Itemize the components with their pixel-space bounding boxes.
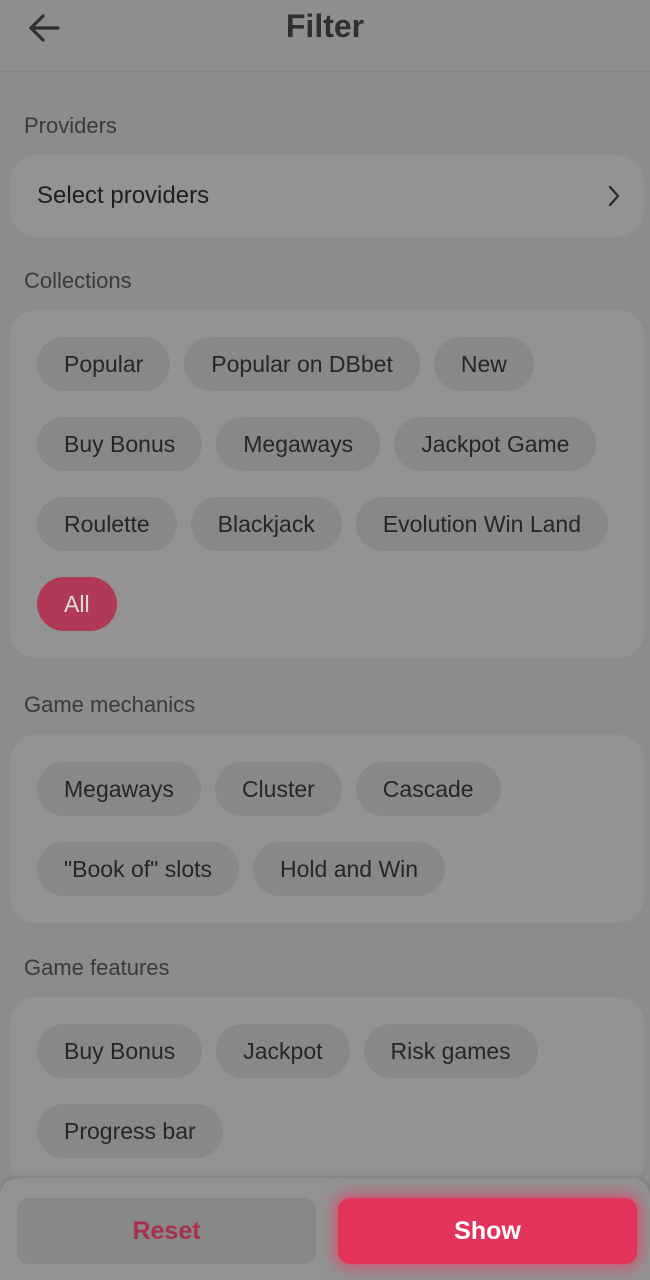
providers-card: Select providers (10, 155, 644, 237)
chip-megaways-mechanic[interactable]: Megaways (37, 762, 201, 816)
chip-buy-bonus[interactable]: Buy Bonus (37, 417, 203, 471)
header: Filter (0, 0, 650, 72)
chip-popular-on-dbbet[interactable]: Popular on DBbet (184, 337, 420, 391)
reset-button[interactable]: Reset (17, 1198, 316, 1264)
chip-hold-and-win[interactable]: Hold and Win (253, 842, 446, 896)
collections-label: Collections (24, 268, 132, 293)
chip-evolution-win-land[interactable]: Evolution Win Land (355, 497, 609, 551)
chip-jackpot[interactable]: Jackpot (216, 1024, 350, 1078)
chip-roulette[interactable]: Roulette (37, 497, 177, 551)
bottom-action-bar: Reset Show (0, 1178, 650, 1280)
select-providers-label: Select providers (37, 182, 210, 209)
providers-label: Providers (24, 113, 117, 138)
chip-new[interactable]: New (433, 337, 534, 391)
features-chips: Buy Bonus Jackpot Risk games Progress ba… (10, 997, 644, 1185)
select-providers-row[interactable]: Select providers (10, 155, 644, 237)
chip-all[interactable]: All (37, 577, 117, 631)
chevron-right-icon (608, 185, 620, 207)
mechanics-label: Game mechanics (24, 692, 196, 717)
chip-blackjack[interactable]: Blackjack (190, 497, 342, 551)
chip-popular[interactable]: Popular (37, 337, 171, 391)
chip-book-of-slots[interactable]: "Book of" slots (37, 842, 240, 896)
chip-cascade[interactable]: Cascade (355, 762, 501, 816)
chip-cluster[interactable]: Cluster (214, 762, 342, 816)
collections-chips: Popular Popular on DBbet New Buy Bonus M… (10, 310, 644, 658)
show-button[interactable]: Show (338, 1198, 637, 1264)
chip-buy-bonus-feature[interactable]: Buy Bonus (37, 1024, 203, 1078)
chip-progress-bar[interactable]: Progress bar (37, 1104, 223, 1158)
filter-screen: Filter Providers Select providers Collec… (0, 0, 650, 1280)
features-label: Game features (24, 955, 170, 980)
chip-risk-games[interactable]: Risk games (363, 1024, 538, 1078)
mechanics-card: Megaways Cluster Cascade "Book of" slots… (10, 735, 644, 923)
features-card: Buy Bonus Jackpot Risk games Progress ba… (10, 997, 644, 1187)
collections-card: Popular Popular on DBbet New Buy Bonus M… (10, 310, 644, 658)
chip-jackpot-game[interactable]: Jackpot Game (394, 417, 597, 471)
mechanics-chips: Megaways Cluster Cascade "Book of" slots… (10, 735, 644, 923)
chip-megaways[interactable]: Megaways (216, 417, 381, 471)
page-title: Filter (285, 8, 365, 44)
